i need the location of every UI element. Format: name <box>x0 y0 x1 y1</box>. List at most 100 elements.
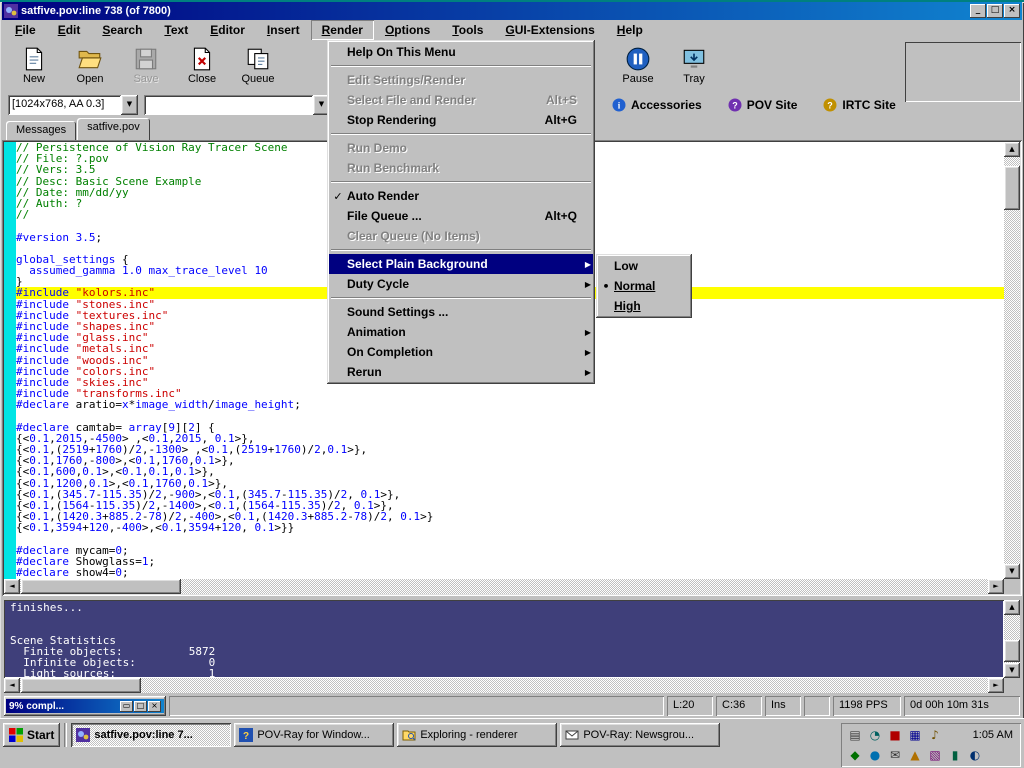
menu-item-run-demo[interactable]: Run Demo <box>329 138 593 158</box>
task-label: POV-Ray: Newsgrou... <box>583 729 694 741</box>
menu-options[interactable]: Options <box>374 20 441 40</box>
menu-item-auto-render[interactable]: ✓Auto Render <box>329 186 593 206</box>
povray-window: satfive.pov:line 738 (of 7800) _□× FileE… <box>0 2 1024 768</box>
network-tray-icon[interactable]: ▧ <box>927 747 943 763</box>
scroll-left-icon[interactable]: ◄ <box>4 678 20 693</box>
menu-item-sound-settings[interactable]: Sound Settings ... <box>329 302 593 322</box>
menu-gui-extensions[interactable]: GUI-Extensions <box>494 20 605 40</box>
scroll-up-icon[interactable]: ▲ <box>1004 600 1020 615</box>
pov-site-link[interactable]: ?POV Site <box>728 98 798 112</box>
scroll-down-icon[interactable]: ▼ <box>1004 663 1020 678</box>
menu-item-file-queue[interactable]: File Queue ...Alt+Q <box>329 206 593 226</box>
menu-text[interactable]: Text <box>153 20 199 40</box>
close-button[interactable]: × <box>1004 4 1020 18</box>
editor-vertical-scrollbar[interactable]: ▲ ▼ <box>1004 142 1020 579</box>
task-pov-ray-for-window[interactable]: ?POV-Ray for Window... <box>234 723 394 747</box>
menu-item-on-completion[interactable]: On Completion▶ <box>329 342 593 362</box>
source-file-combo[interactable]: ▼ <box>144 95 330 115</box>
graphics-card-tray-icon[interactable]: ▲ <box>907 747 923 763</box>
mail-tray-icon[interactable]: ✉ <box>887 747 903 763</box>
task-label: satfive.pov:line 7... <box>94 729 192 741</box>
pause-button[interactable]: Pause <box>610 42 666 89</box>
horizontal-scroll-thumb[interactable] <box>21 678 141 693</box>
tray-row-bottom: ◆●✉▲▧▮◐ <box>847 746 1015 764</box>
scheduler-tray-icon[interactable]: ◔ <box>867 727 883 743</box>
web-links: iAccessories ?POV Site ?IRTC Site <box>612 98 896 112</box>
tab-messages[interactable]: Messages <box>6 121 76 140</box>
taskbar-clock[interactable]: 1:05 AM <box>973 729 1015 741</box>
scroll-left-icon[interactable]: ◄ <box>4 579 20 594</box>
start-button[interactable]: Start <box>3 723 60 747</box>
accessories-link[interactable]: iAccessories <box>612 98 702 112</box>
editor-horizontal-scrollbar[interactable]: ◄ ► <box>4 579 1004 594</box>
power-tray-icon[interactable]: ▮ <box>947 747 963 763</box>
news-task-icon <box>565 728 579 742</box>
save-icon <box>133 46 159 72</box>
maximize-button[interactable]: □ <box>134 701 147 712</box>
update-tray-icon[interactable]: ◐ <box>967 747 983 763</box>
menu-item-run-benchmark[interactable]: Run Benchmark <box>329 158 593 178</box>
vertical-scroll-thumb[interactable] <box>1004 640 1020 662</box>
tab-satfive-pov[interactable]: satfive.pov <box>77 118 150 140</box>
menu-item-help-on-this-menu[interactable]: Help On This Menu <box>329 42 593 62</box>
display-tray-icon[interactable]: ▦ <box>907 727 923 743</box>
vertical-scroll-thumb[interactable] <box>1004 166 1020 210</box>
menu-search[interactable]: Search <box>91 20 153 40</box>
submenu-item-normal[interactable]: •Normal <box>598 276 690 296</box>
submenu-item-high[interactable]: High <box>598 296 690 316</box>
maximize-button[interactable]: □ <box>987 4 1003 18</box>
task-pov-ray-newsgrou[interactable]: POV-Ray: Newsgrou... <box>560 723 720 747</box>
menu-item-duty-cycle[interactable]: Duty Cycle▶ <box>329 274 593 294</box>
submenu-item-label: High <box>614 299 688 313</box>
antivirus-tray-icon[interactable]: ■ <box>887 727 903 743</box>
menu-file[interactable]: File <box>4 20 47 40</box>
tray-button[interactable]: Tray <box>666 42 722 89</box>
new-button[interactable]: New <box>6 42 62 89</box>
menu-editor[interactable]: Editor <box>199 20 256 40</box>
message-horizontal-scrollbar[interactable]: ◄ ► <box>4 678 1004 693</box>
close-button[interactable]: × <box>148 701 161 712</box>
menu-help[interactable]: Help <box>606 20 654 40</box>
menu-item-select-file-and-render[interactable]: Select File and RenderAlt+S <box>329 90 593 110</box>
menu-bar: FileEditSearchTextEditorInsertRenderOpti… <box>2 20 1022 40</box>
scroll-up-icon[interactable]: ▲ <box>1004 142 1020 157</box>
modem-tray-icon[interactable]: ◆ <box>847 747 863 763</box>
preset-dropdown-button[interactable]: ▼ <box>121 95 138 115</box>
scroll-right-icon[interactable]: ► <box>988 678 1004 693</box>
menu-item-rerun[interactable]: Rerun▶ <box>329 362 593 382</box>
close-button[interactable]: Close <box>174 42 230 89</box>
menu-insert[interactable]: Insert <box>256 20 311 40</box>
menu-item-animation[interactable]: Animation▶ <box>329 322 593 342</box>
restore-button[interactable]: ▭ <box>120 701 133 712</box>
cd-player-tray-icon[interactable]: ● <box>867 747 883 763</box>
task-exploring-renderer[interactable]: Exploring - renderer <box>397 723 557 747</box>
menu-item-label: Sound Settings ... <box>347 305 563 319</box>
open-button[interactable]: Open <box>62 42 118 89</box>
task-satfive-pov-line-7[interactable]: satfive.pov:line 7... <box>71 723 231 747</box>
menu-item-select-plain-background[interactable]: Select Plain Background▶ <box>329 254 593 274</box>
minimize-button[interactable]: _ <box>970 4 986 18</box>
toolbar-button-label: Close <box>188 73 216 85</box>
menu-tools[interactable]: Tools <box>441 20 494 40</box>
menu-render[interactable]: Render <box>311 20 374 40</box>
menu-item-edit-settings-render[interactable]: Edit Settings/Render <box>329 70 593 90</box>
scroll-down-icon[interactable]: ▼ <box>1004 564 1020 579</box>
scroll-right-icon[interactable]: ► <box>988 579 1004 594</box>
menu-item-clear-queue-no-items[interactable]: Clear Queue (No Items) <box>329 226 593 246</box>
menu-item-stop-rendering[interactable]: Stop RenderingAlt+G <box>329 110 593 130</box>
render-progress-window[interactable]: 9% compl... ▭□× <box>4 696 166 716</box>
povray-app-icon <box>4 4 18 18</box>
column-indicator: C:36 <box>716 696 762 716</box>
menu-edit[interactable]: Edit <box>47 20 92 40</box>
render-preview-thumbnail[interactable] <box>905 42 1021 102</box>
submenu-item-low[interactable]: Low <box>598 256 690 276</box>
render-preset-combo[interactable]: [1024x768, AA 0.3] ▼ <box>8 95 138 115</box>
irtc-site-link[interactable]: ?IRTC Site <box>823 98 895 112</box>
message-vertical-scrollbar[interactable]: ▲ ▼ <box>1004 600 1020 678</box>
code-line <box>16 411 1004 422</box>
pov-link-icon: ? <box>728 98 742 112</box>
printer-tray-icon[interactable]: ▤ <box>847 727 863 743</box>
horizontal-scroll-thumb[interactable] <box>21 579 181 594</box>
queue-button[interactable]: Queue <box>230 42 286 89</box>
volume-tray-icon[interactable]: ♪ <box>927 727 943 743</box>
